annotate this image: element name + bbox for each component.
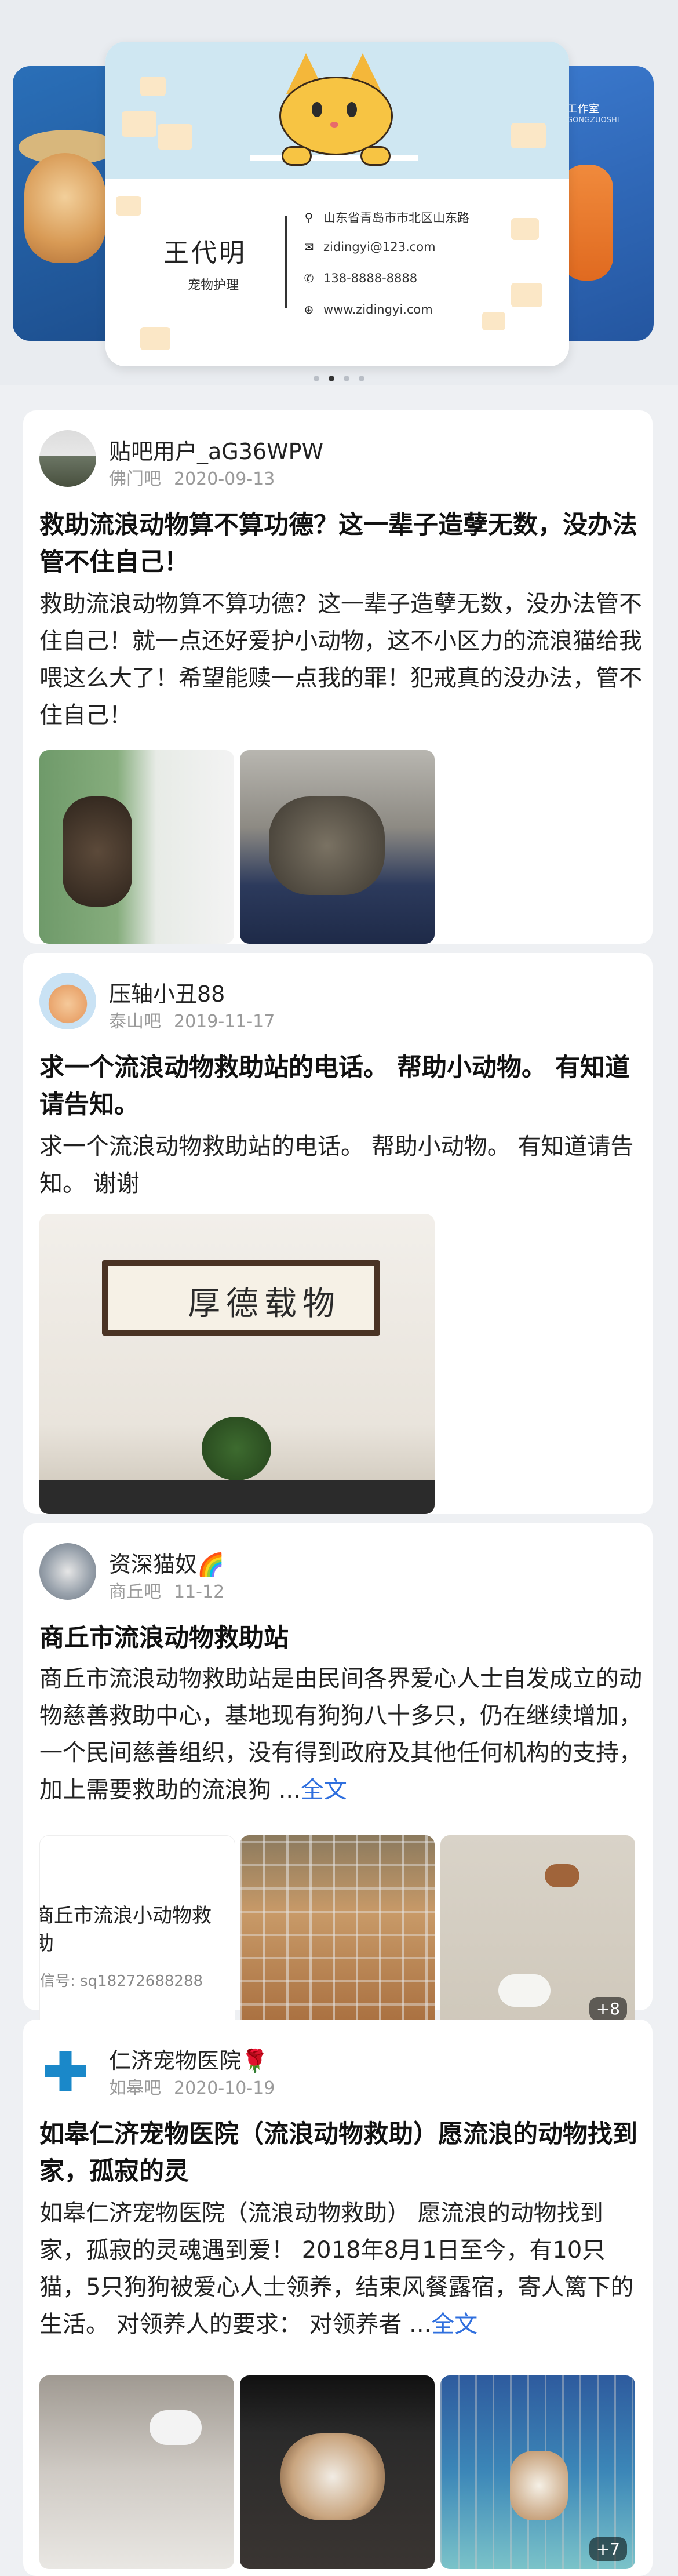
- post-meta: 如皋吧 2020-10-19: [109, 2073, 275, 2099]
- decor-square: [116, 196, 141, 216]
- globe-icon: ⊕: [304, 303, 314, 316]
- post-image[interactable]: [39, 750, 234, 944]
- post-title[interactable]: 救助流浪动物算不算功德？这一辈子造孽无数，没办法管不住自己！: [39, 507, 642, 581]
- carousel-dot[interactable]: [344, 376, 349, 381]
- avatar[interactable]: [39, 2039, 96, 2096]
- post-title[interactable]: 商丘市流浪动物救助站: [39, 1620, 642, 1657]
- post-body[interactable]: 如皋仁济宠物医院（流浪动物救助） 愿流浪的动物找到家，孤寂的灵魂遇到爱！ 201…: [39, 2195, 642, 2343]
- decor-square: [511, 283, 542, 307]
- avatar[interactable]: [39, 1543, 96, 1600]
- post-forum[interactable]: 佛门吧: [109, 469, 161, 489]
- post-meta: 佛门吧 2020-09-13: [109, 464, 275, 490]
- post-author[interactable]: 资深猫奴🌈: [109, 1547, 224, 1578]
- decor-square: [482, 312, 505, 330]
- image-caption: 商丘市流浪小动物救: [39, 1904, 212, 1927]
- calligraphy-frame: 厚德载物: [102, 1260, 380, 1336]
- card-person-role: 宠物护理: [188, 278, 239, 293]
- post-title[interactable]: 如皋仁济宠物医院（流浪动物救助）愿流浪的动物找到家，孤寂的灵: [39, 2116, 642, 2190]
- decor-square: [140, 77, 166, 96]
- avatar[interactable]: [39, 973, 96, 1029]
- more-images-badge[interactable]: +8: [589, 1997, 627, 2021]
- website-text: www.zidingyi.com: [323, 303, 433, 316]
- address-text: 山东省青岛市市北区山东路: [323, 211, 469, 225]
- dog-image: [24, 153, 105, 263]
- contact-address: ⚲ 山东省青岛市市北区山东路: [302, 209, 469, 226]
- contact-website: ⊕ www.zidingyi.com: [302, 303, 433, 316]
- more-images-badge[interactable]: +7: [589, 2537, 627, 2561]
- calligraphy-text: 厚德载物: [188, 1285, 341, 1323]
- cat-illustration: [250, 53, 418, 166]
- post-author[interactable]: 压轴小丑88: [109, 976, 225, 1008]
- slide-title: 工作室: [567, 103, 600, 115]
- plant: [202, 1417, 271, 1480]
- post-date: 2020-09-13: [174, 469, 275, 489]
- post-image[interactable]: 厚德载物: [39, 1214, 435, 1514]
- post-image[interactable]: [39, 2375, 234, 2569]
- card-header-bg: [105, 42, 569, 179]
- post-date: 2019-11-17: [174, 1012, 275, 1032]
- read-more-link[interactable]: 全文: [431, 2311, 477, 2338]
- post-body-text: 如皋仁济宠物医院（流浪动物救助） 愿流浪的动物找到家，孤寂的灵魂遇到爱！ 201…: [39, 2200, 634, 2338]
- banner-carousel[interactable]: 工作室 GONGZUOSHI 王代明 宠物护理 ⚲ 山东省青岛市市北区山东路 ✉…: [0, 0, 678, 385]
- post-body[interactable]: 求一个流浪动物救助站的电话。 帮助小动物。 有知道请告知。 谢谢: [39, 1128, 642, 1202]
- post-author[interactable]: 贴吧用户_aG36WPW: [109, 434, 323, 465]
- carousel-dots: [0, 376, 678, 381]
- decor-square: [122, 111, 156, 137]
- post-card[interactable]: 资深猫奴🌈 商丘吧 11-12 商丘市流浪动物救助站 商丘市流浪动物救助站是由民间…: [23, 1523, 653, 2030]
- decor-square: [511, 218, 539, 240]
- post-card[interactable]: 贴吧用户_aG36WPW 佛门吧 2020-09-13 救助流浪动物算不算功德？这…: [23, 410, 653, 944]
- post-image[interactable]: [240, 1835, 435, 2029]
- post-image[interactable]: 商丘市流浪小动物救 助 信号: sq18272688288: [39, 1835, 235, 2030]
- image-signal: 信号: sq18272688288: [40, 1973, 203, 1990]
- post-date: 2020-10-19: [174, 2078, 275, 2098]
- mail-icon: ✉: [304, 240, 314, 254]
- card-divider: [285, 216, 287, 308]
- contact-phone: ✆ 138-8888-8888: [302, 271, 418, 285]
- avatar[interactable]: [39, 430, 96, 487]
- post-image[interactable]: [240, 750, 435, 944]
- desk: [39, 1480, 435, 1514]
- banner-slide-current[interactable]: 王代明 宠物护理 ⚲ 山东省青岛市市北区山东路 ✉ zidingyi@123.c…: [105, 42, 569, 366]
- post-meta: 泰山吧 2019-11-17: [109, 1007, 275, 1032]
- carousel-dot[interactable]: [314, 376, 319, 381]
- post-image[interactable]: +8: [440, 1835, 635, 2029]
- read-more-link[interactable]: 全文: [301, 1777, 347, 1803]
- post-date: 11-12: [174, 1582, 225, 1602]
- post-card[interactable]: 压轴小丑88 泰山吧 2019-11-17 求一个流浪动物救助站的电话。 帮助小动…: [23, 953, 653, 1514]
- phone-icon: ✆: [304, 271, 314, 285]
- carousel-dot-active[interactable]: [329, 376, 334, 381]
- post-forum[interactable]: 泰山吧: [109, 1012, 161, 1032]
- email-text: zidingyi@123.com: [323, 240, 436, 254]
- image-caption-line2: 助: [40, 1927, 54, 1956]
- contact-email: ✉ zidingyi@123.com: [302, 240, 436, 254]
- post-forum[interactable]: 如皋吧: [109, 2078, 161, 2098]
- post-author[interactable]: 仁济宠物医院🌹: [109, 2043, 268, 2075]
- post-image[interactable]: [240, 2375, 435, 2569]
- post-forum[interactable]: 商丘吧: [109, 1582, 161, 1602]
- slide-subtitle: GONGZUOSHI: [567, 116, 619, 125]
- phone-text: 138-8888-8888: [323, 271, 418, 285]
- decor-square: [140, 327, 170, 350]
- post-body[interactable]: 救助流浪动物算不算功德？这一辈子造孽无数，没办法管不住自己！就一点还好爱护小动物…: [39, 585, 642, 734]
- calligraphy-paper: 厚德载物: [108, 1266, 374, 1330]
- post-card[interactable]: 仁济宠物医院🌹 如皋吧 2020-10-19 如皋仁济宠物医院（流浪动物救助）愿流…: [23, 2020, 653, 2576]
- medical-cross-icon: [45, 2051, 86, 2091]
- decor-square: [158, 124, 192, 150]
- post-image[interactable]: +7: [440, 2375, 635, 2569]
- post-body[interactable]: 商丘市流浪动物救助站是由民间各界爱心人士自发成立的动物慈善救助中心，基地现有狗狗…: [39, 1660, 642, 1809]
- location-pin-icon: ⚲: [304, 210, 314, 224]
- post-meta: 商丘吧 11-12: [109, 1577, 224, 1603]
- card-person-name: 王代明: [163, 238, 247, 268]
- carousel-dot[interactable]: [359, 376, 364, 381]
- post-title[interactable]: 求一个流浪动物救助站的电话。 帮助小动物。 有知道请告知。: [39, 1049, 642, 1123]
- decor-square: [511, 123, 546, 148]
